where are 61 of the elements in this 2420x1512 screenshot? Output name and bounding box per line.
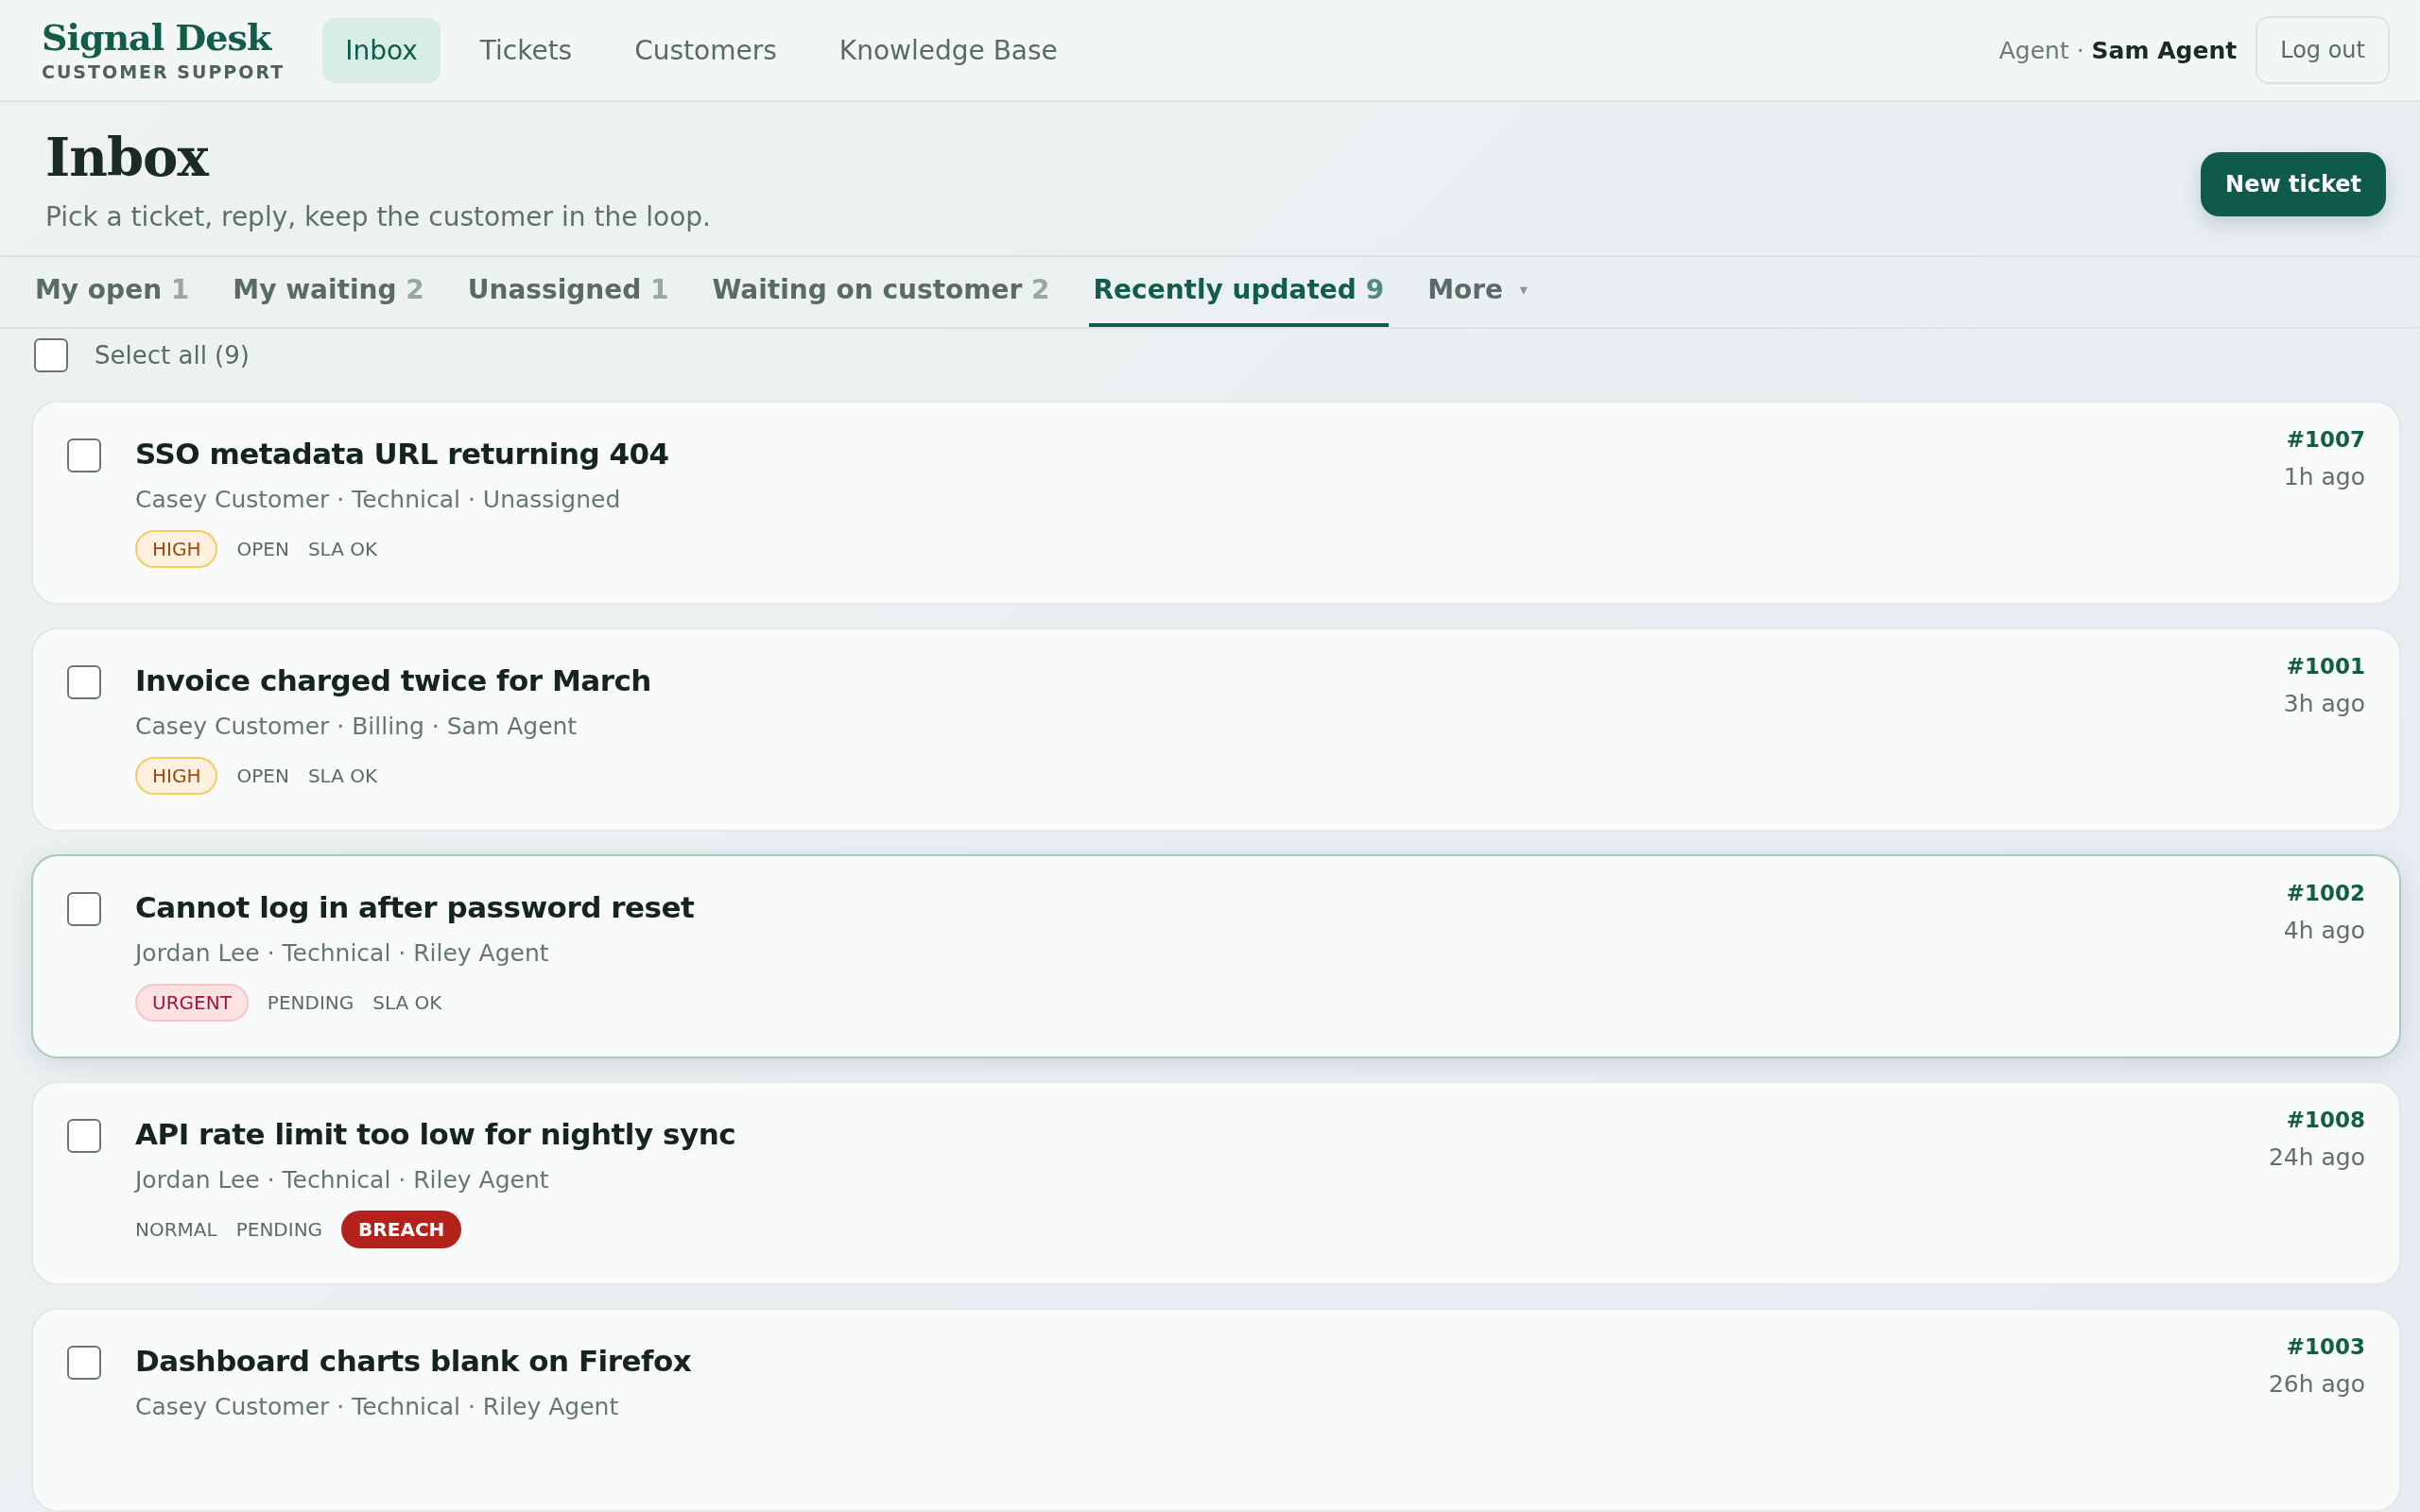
ticket-time: 4h ago — [2283, 917, 2365, 944]
page-subtitle: Pick a ticket, reply, keep the customer in the loop. — [45, 200, 711, 232]
priority-badge: URGENT — [135, 984, 249, 1022]
status-label: PENDING — [235, 1218, 323, 1241]
ticket-time: 3h ago — [2283, 690, 2365, 717]
more-tab[interactable]: More ▾ — [1423, 256, 1532, 327]
brand-name: Signal Desk — [42, 18, 273, 59]
ticket-checkbox[interactable] — [67, 438, 101, 472]
ticket-title: Dashboard charts blank on Firefox — [135, 1344, 693, 1378]
filter-tab[interactable]: My waiting 2 — [228, 256, 429, 327]
new-ticket-button[interactable]: New ticket — [2201, 152, 2386, 217]
ticket-card[interactable]: Dashboard charts blank on Firefox Casey Customer · Technical · Riley Agent #1003 26h ago — [31, 1308, 2401, 1512]
filter-tab[interactable]: Recently updated 9 — [1088, 256, 1390, 327]
ticket-id: #1007 — [2285, 427, 2365, 452]
ticket-title: Cannot log in after password reset — [135, 890, 696, 924]
ticket-card[interactable]: Invoice charged twice for March Casey Customer · Billing · Sam Agent HIGH OPEN SLA OK #1001 3h ago — [31, 627, 2401, 832]
nav-link[interactable]: Customers — [612, 17, 800, 83]
page-title: Inbox — [45, 125, 211, 188]
priority-badge: HIGH — [135, 757, 218, 795]
ticket-meta: Jordan Lee · Technical · Riley Agent — [135, 1166, 550, 1194]
nav-link[interactable]: Knowledge Base — [816, 17, 1080, 83]
ticket-checkbox[interactable] — [67, 665, 101, 699]
ticket-id: #1008 — [2285, 1108, 2365, 1132]
ticket-id: #1002 — [2285, 881, 2365, 905]
filter-tab[interactable]: Unassigned 1 — [462, 256, 674, 327]
nav-link[interactable]: Inbox — [322, 17, 441, 83]
status-label: SLA OK — [307, 538, 378, 560]
select-all-label: Select all (9) — [95, 341, 250, 369]
filter-tab[interactable]: My open 1 — [30, 256, 195, 327]
priority-badge: HIGH — [135, 530, 218, 568]
ticket-title: SSO metadata URL returning 404 — [135, 437, 670, 471]
ticket-meta: Jordan Lee · Technical · Riley Agent — [135, 939, 550, 967]
status-label: OPEN — [236, 538, 289, 560]
status-label: PENDING — [267, 991, 354, 1014]
status-label: SLA OK — [307, 765, 378, 787]
ticket-checkbox[interactable] — [67, 1119, 101, 1153]
ticket-card[interactable]: Cannot log in after password reset Jordan Lee · Technical · Riley Agent URGENT PENDING SLA OK #1002 4h ago — [31, 854, 2401, 1058]
ticket-title: Invoice charged twice for March — [135, 663, 652, 697]
ticket-meta: Casey Customer · Billing · Sam Agent — [135, 713, 579, 740]
status-label: OPEN — [236, 765, 289, 787]
status-label: NORMAL — [135, 1218, 217, 1241]
filter-tab[interactable]: Waiting on customer 2 — [707, 256, 1055, 327]
ticket-time: 1h ago — [2283, 463, 2365, 490]
select-all-checkbox[interactable] — [34, 338, 68, 372]
ticket-time: 26h ago — [2268, 1370, 2365, 1398]
nav-link[interactable]: Tickets — [457, 17, 596, 83]
ticket-id: #1003 — [2285, 1334, 2365, 1359]
ticket-meta: Casey Customer · Technical · Riley Agent — [135, 1393, 620, 1420]
ticket-meta: Casey Customer · Technical · Unassigned — [135, 486, 622, 513]
logout-button[interactable]: Log out — [2256, 16, 2390, 85]
user-label: Agent · Sam Agent — [1998, 36, 2238, 64]
ticket-checkbox[interactable] — [67, 1346, 101, 1380]
brand-tagline: CUSTOMER SUPPORT — [42, 61, 285, 83]
ticket-card[interactable]: API rate limit too low for nightly sync Jordan Lee · Technical · Riley Agent NORMAL PENDING BREACH #1008 24h ago — [31, 1081, 2401, 1285]
ticket-checkbox[interactable] — [67, 892, 101, 926]
ticket-card[interactable]: SSO metadata URL returning 404 Casey Customer · Technical · Unassigned HIGH OPEN SLA OK #1007 1h ago — [31, 401, 2401, 605]
ticket-title: API rate limit too low for nightly sync — [135, 1117, 737, 1151]
status-label: SLA OK — [372, 991, 442, 1014]
ticket-id: #1001 — [2285, 654, 2365, 679]
ticket-time: 24h ago — [2268, 1143, 2365, 1171]
sla-badge: BREACH — [341, 1211, 462, 1248]
